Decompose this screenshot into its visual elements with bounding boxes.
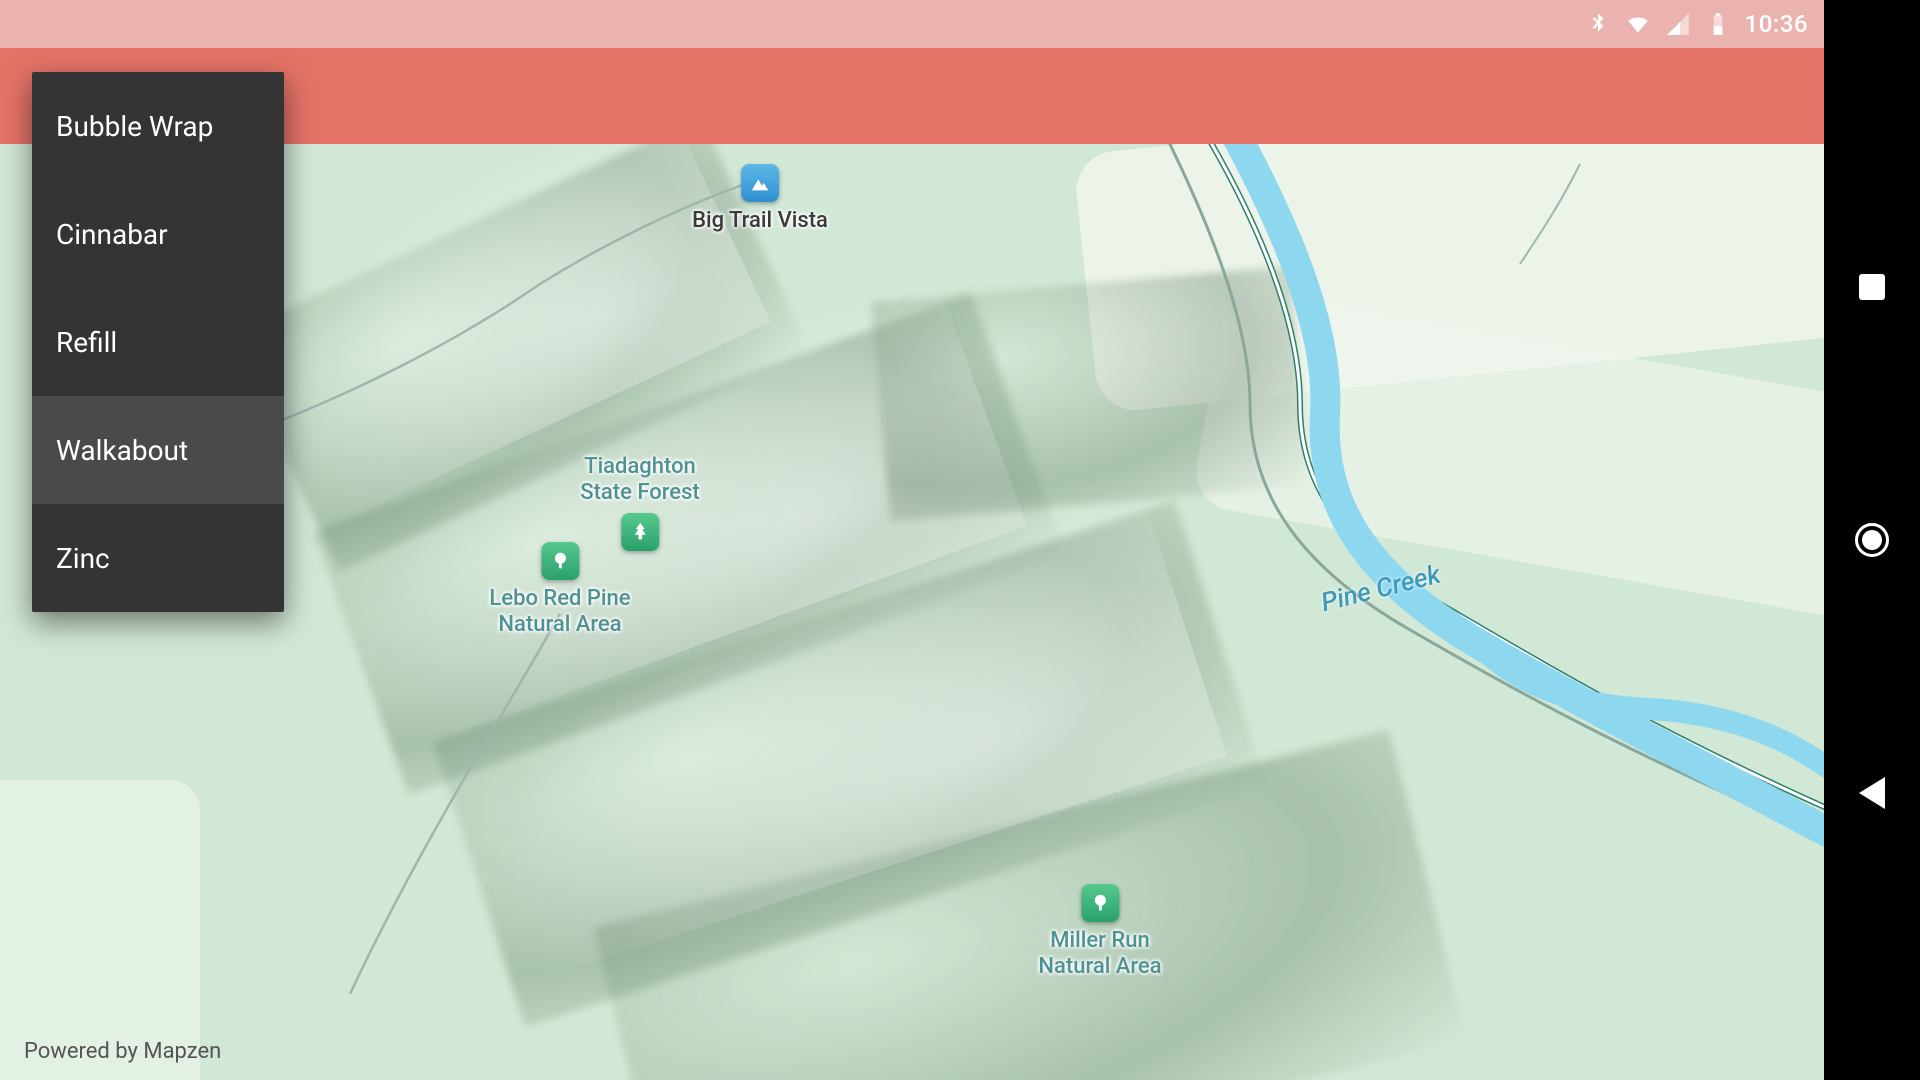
poi-miller-run[interactable]: Miller Run Natural Area [1038,884,1161,981]
map-attribution: Powered by Mapzen [24,1039,221,1064]
dropdown-item-zinc[interactable]: Zinc [32,504,284,612]
dropdown-item-walkabout[interactable]: Walkabout [32,396,284,504]
battery-icon [1705,11,1731,37]
home-button[interactable] [1854,522,1890,558]
android-status-bar: 10:36 [0,0,1824,48]
dropdown-item-label: Bubble Wrap [56,110,213,143]
overview-button[interactable] [1854,269,1890,305]
tree-icon [541,542,579,580]
dropdown-item-label: Refill [56,326,117,359]
poi-label: Tiadaghton State Forest [580,454,699,507]
cell-signal-icon [1665,11,1691,37]
clock: 10:36 [1745,10,1808,38]
style-dropdown-menu: Bubble Wrap Cinnabar Refill Walkabout Zi… [32,72,284,612]
dropdown-item-label: Cinnabar [56,218,168,251]
dropdown-item-cinnabar[interactable]: Cinnabar [32,180,284,288]
dropdown-item-refill[interactable]: Refill [32,288,284,396]
poi-label: Lebo Red Pine Natural Area [489,586,630,639]
poi-big-trail-vista[interactable]: Big Trail Vista [692,164,828,234]
back-button[interactable] [1854,775,1890,811]
poi-lebo-red-pine[interactable]: Lebo Red Pine Natural Area [489,542,630,639]
bluetooth-icon [1585,11,1611,37]
app-window: 10:36 Walkabout [0,0,1824,1080]
poi-label: Big Trail Vista [692,208,828,234]
android-nav-bar [1824,0,1920,1080]
dropdown-item-label: Walkabout [56,434,188,467]
wifi-icon [1625,11,1651,37]
poi-label: Miller Run Natural Area [1038,928,1161,981]
tree-icon [1081,884,1119,922]
mountain-icon [741,164,779,202]
dropdown-item-bubble-wrap[interactable]: Bubble Wrap [32,72,284,180]
dropdown-item-label: Zinc [56,542,110,575]
